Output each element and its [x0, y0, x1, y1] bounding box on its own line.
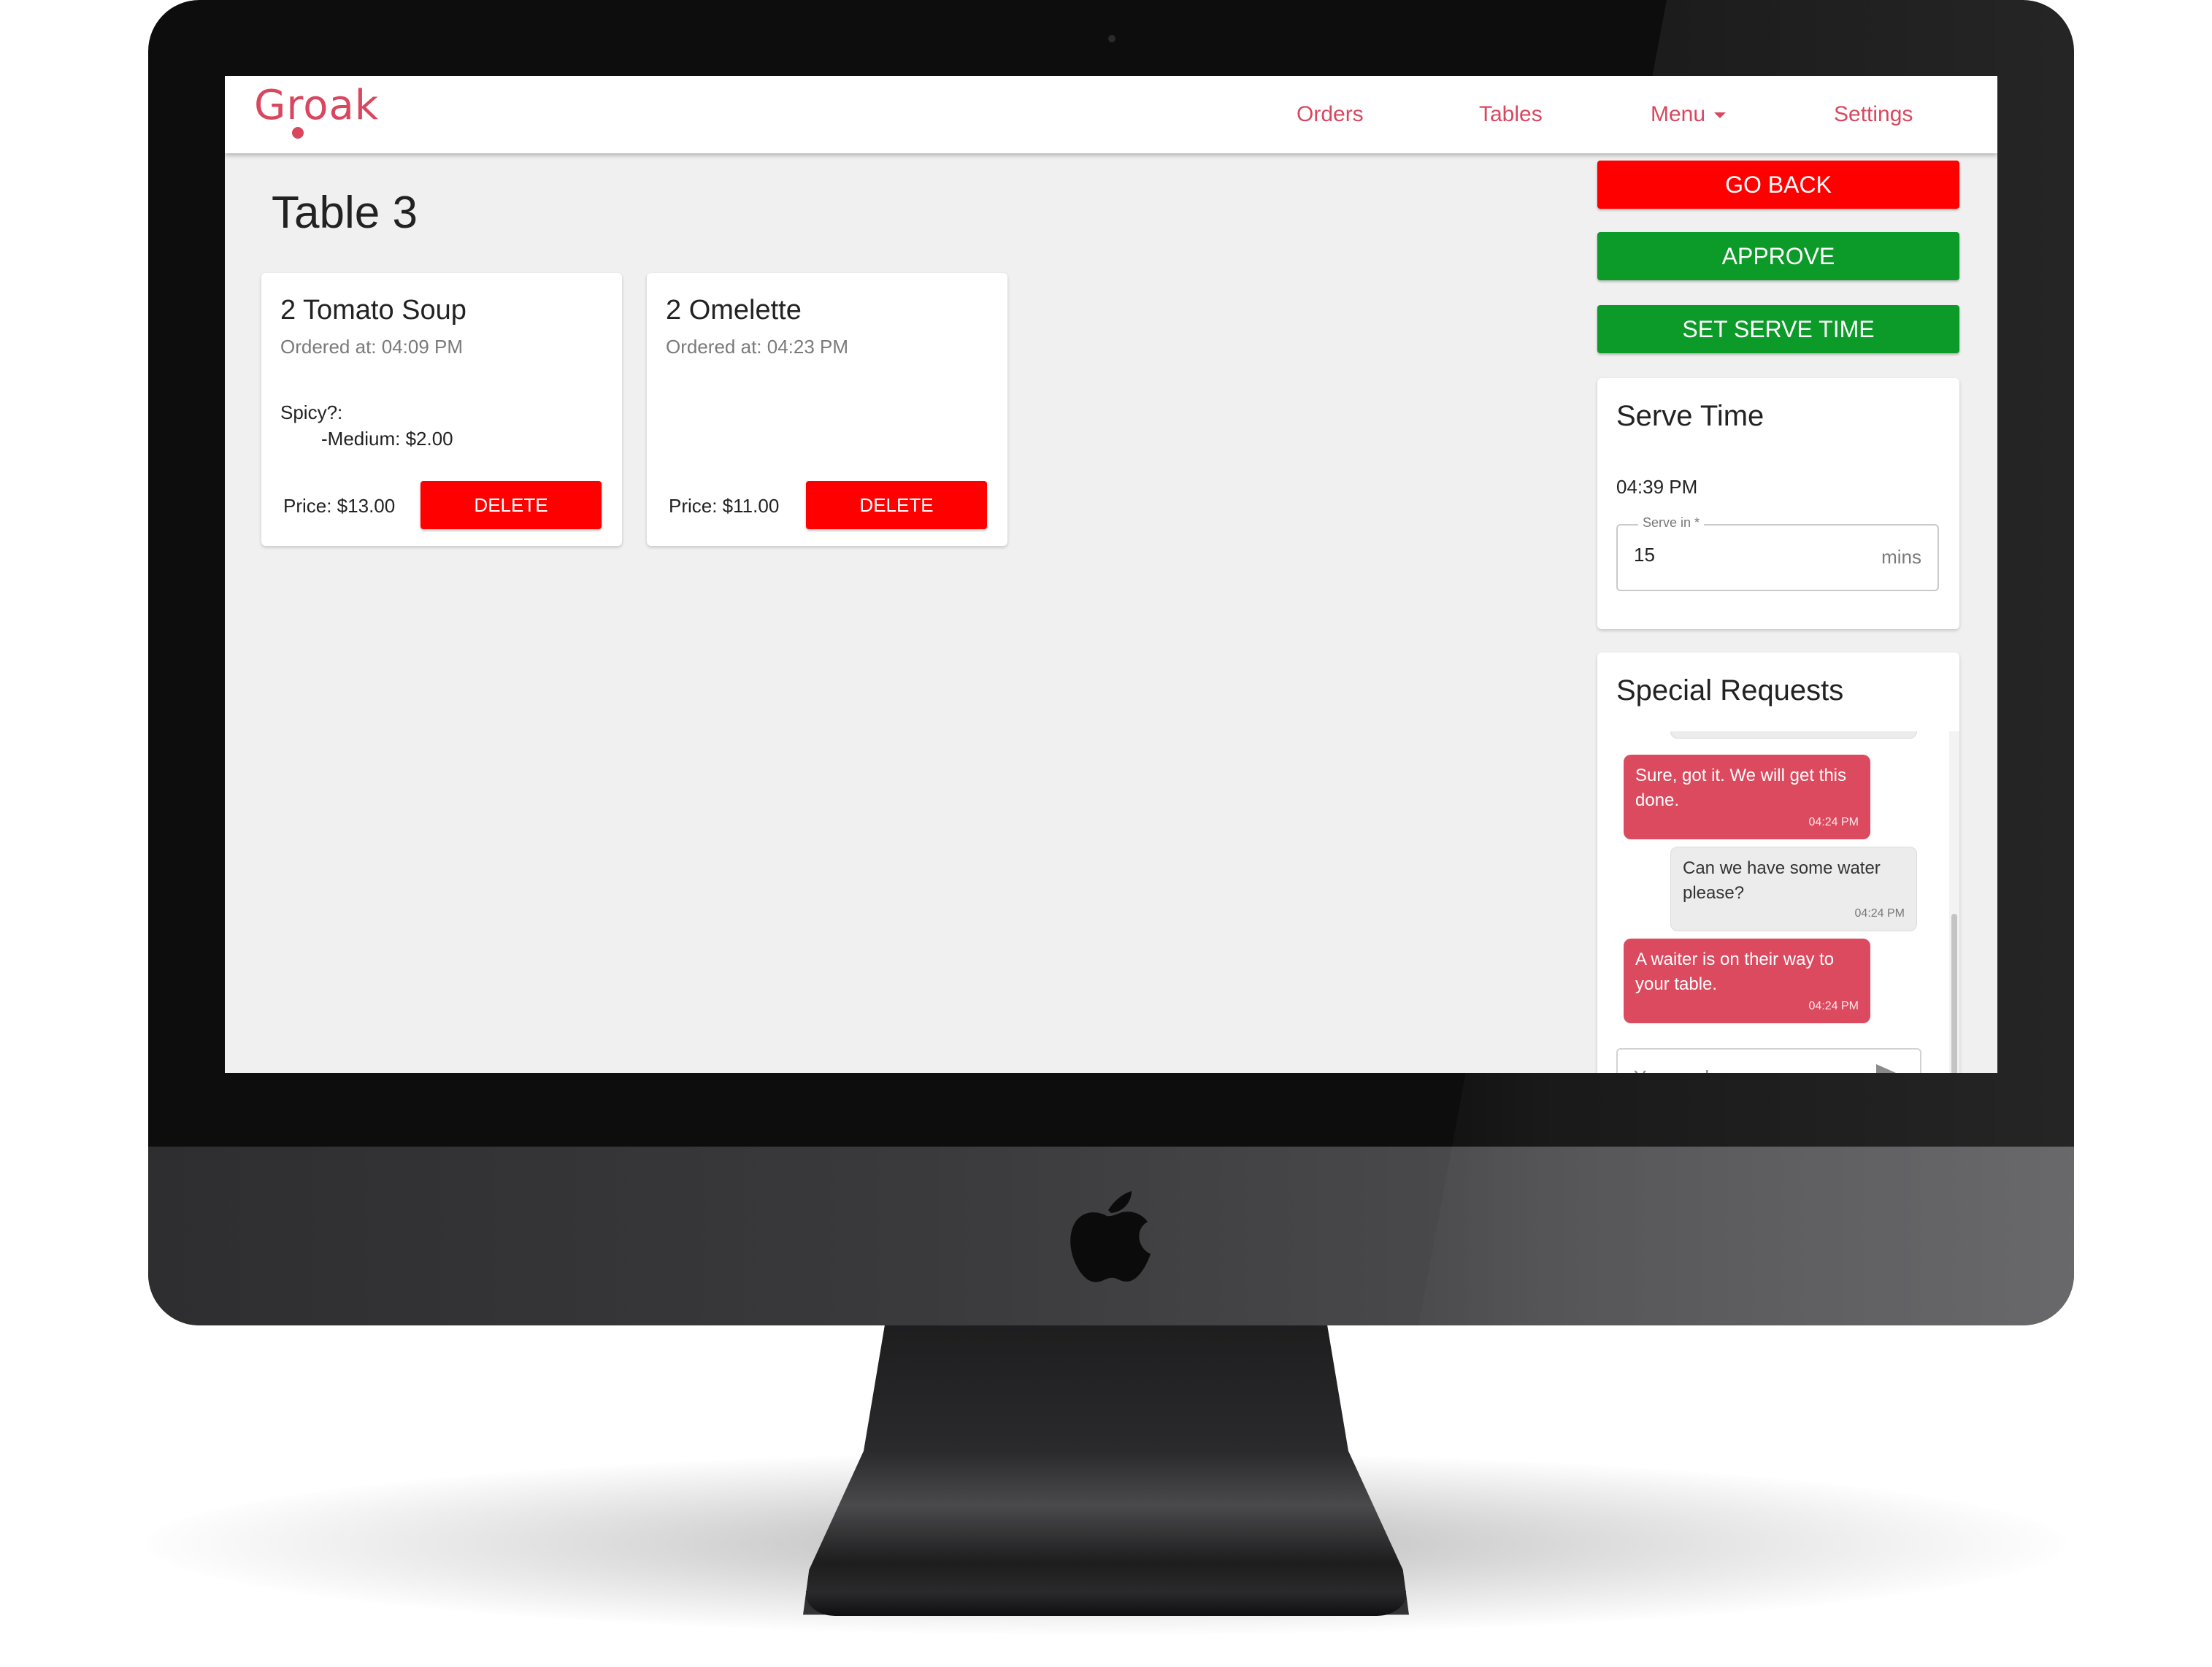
- imac-stand: [803, 1306, 1409, 1615]
- order-price: Price: $11.00: [669, 495, 780, 517]
- special-requests-heading: Special Requests: [1616, 674, 1844, 707]
- chat-message-time: 04:24 PM: [1808, 1000, 1859, 1012]
- nav-menu-label: Menu: [1651, 102, 1706, 126]
- approve-button[interactable]: APPROVE: [1597, 232, 1959, 280]
- delete-order-button[interactable]: DELETE: [806, 481, 987, 529]
- nav-menu-dropdown[interactable]: Menu: [1651, 102, 1727, 127]
- serve-in-label: Serve in *: [1638, 515, 1705, 531]
- set-serve-time-button[interactable]: SET SERVE TIME: [1597, 305, 1959, 353]
- order-option-label: Spicy?:: [280, 401, 343, 423]
- serve-time-value: 04:39 PM: [1616, 476, 1698, 498]
- chat-bubble-restaurant: Sure, got it. We will get this done. 04:…: [1624, 755, 1870, 839]
- camera-icon: [1108, 35, 1115, 42]
- chat-bubble-customer: Can we have some water please? 04:24 PM: [1670, 847, 1917, 931]
- chat-scroll-thumb[interactable]: [1951, 914, 1957, 1073]
- send-icon[interactable]: [1875, 1063, 1904, 1073]
- chat-message-text: Sure, got it. We will get this done.: [1635, 766, 1847, 810]
- special-requests-card: Special Requests Sure, got it. We will g…: [1597, 652, 1959, 1073]
- serve-in-field: Serve in * mins: [1616, 515, 1939, 591]
- logo-pin-dot: [292, 127, 304, 139]
- chat-scrollbar[interactable]: [1949, 731, 1959, 1073]
- reply-input[interactable]: [1632, 1066, 1854, 1073]
- serve-in-suffix: mins: [1881, 546, 1921, 568]
- go-back-button[interactable]: GO BACK: [1597, 161, 1959, 209]
- reply-box: [1616, 1048, 1921, 1073]
- imac-stand-base: [806, 1591, 1406, 1616]
- app-screen: Groak Orders Tables Menu Settings Table …: [225, 76, 1997, 1073]
- groak-logo[interactable]: Groak: [254, 82, 379, 129]
- apple-logo-icon: [1070, 1191, 1151, 1282]
- order-card: 2 Omelette Ordered at: 04:23 PM Price: $…: [647, 273, 1007, 546]
- order-card: 2 Tomato Soup Ordered at: 04:09 PM Spicy…: [261, 273, 622, 546]
- page-title: Table 3: [272, 188, 418, 238]
- serve-time-heading: Serve Time: [1616, 400, 1764, 432]
- order-time: Ordered at: 04:23 PM: [666, 336, 849, 358]
- order-price: Price: $13.00: [283, 495, 396, 517]
- chat-bubble-restaurant: A waiter is on their way to your table. …: [1624, 939, 1870, 1023]
- chat-message-time: 04:24 PM: [1854, 907, 1905, 920]
- top-navbar: Groak Orders Tables Menu Settings: [225, 76, 1997, 153]
- order-title: 2 Tomato Soup: [280, 295, 466, 326]
- serve-in-input[interactable]: [1632, 543, 1854, 567]
- order-option-value: -Medium: $2.00: [321, 428, 453, 450]
- chat-message-text: A waiter is on their way to your table.: [1635, 950, 1835, 994]
- chat-message-text: Can we have some water please?: [1683, 858, 1881, 903]
- chat-message-time: 04:24 PM: [1808, 816, 1859, 828]
- delete-order-button[interactable]: DELETE: [420, 481, 602, 529]
- chat-bubble-partial: [1670, 731, 1917, 739]
- nav-tables[interactable]: Tables: [1479, 102, 1543, 127]
- caret-down-icon: [1714, 112, 1727, 119]
- nav-orders[interactable]: Orders: [1297, 102, 1364, 127]
- serve-time-card: Serve Time 04:39 PM Serve in * mins: [1597, 378, 1959, 629]
- order-time: Ordered at: 04:09 PM: [280, 336, 464, 358]
- order-title: 2 Omelette: [666, 295, 802, 326]
- nav-settings[interactable]: Settings: [1834, 102, 1913, 127]
- chat-messages[interactable]: Sure, got it. We will get this done. 04:…: [1597, 731, 1949, 1038]
